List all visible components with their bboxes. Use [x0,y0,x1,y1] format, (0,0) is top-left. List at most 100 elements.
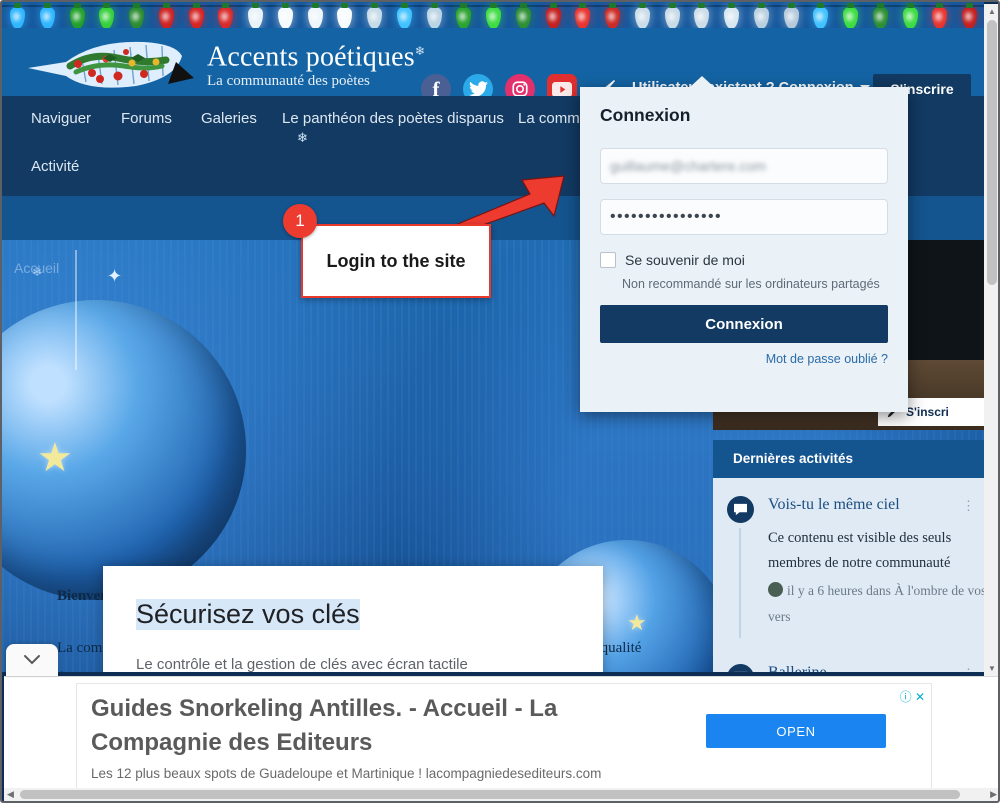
vertical-scrollbar-thumb[interactable] [987,20,997,285]
christmas-light-bulb [426,3,442,28]
bulb-glow [727,12,735,21]
christmas-light-bulb [575,3,591,28]
scroll-up-arrow-icon[interactable]: ▲ [988,7,996,16]
nav-item-galeries[interactable]: Galeries [201,110,257,127]
browser-viewport: Accents poétiques❄ La communauté des poè… [2,2,998,801]
christmas-light-bulb [277,3,293,28]
remember-me-row[interactable]: Se souvenir de moi [600,252,745,268]
christmas-light-bulb [902,3,918,28]
bulb-glow [548,12,556,21]
bottom-ad-description: Les 12 plus beaux spots de Guadeloupe et… [91,766,602,781]
activity-meta: il y a 6 heures dans À l'ombre de vos ve… [768,578,984,630]
feather-logo[interactable] [26,32,196,94]
ad-card-subtitle: Le contrôle et la gestion de clés avec é… [136,656,468,672]
username-input[interactable]: guillaume@chartere.com [600,148,888,184]
scroll-left-arrow-icon[interactable]: ◀ [7,789,14,800]
scroll-right-arrow-icon[interactable]: ▶ [990,789,997,800]
brand-tagline: La communauté des poètes [207,73,370,90]
bulb-glow [191,12,199,21]
christmas-light-bulb [724,3,740,28]
bulb-glow [459,12,467,21]
login-submit-button[interactable]: Connexion [600,305,888,343]
activities-list: Vois-tu le même ciel Ce contenu est visi… [713,478,984,672]
ad-choices-icon[interactable]: ⓘ ✕ [900,688,925,705]
christmas-light-bulb [932,3,948,28]
chevron-down-icon [24,655,40,665]
christmas-light-bulb [545,3,561,28]
avatar [768,582,783,597]
brand-name-text: Accents poétiques [207,41,415,73]
christmas-light-bulb [664,3,680,28]
christmas-light-bulb [158,3,174,28]
popup-tail [690,76,714,87]
password-value: •••••••••••••••• [610,208,723,225]
annotation-step-badge: 1 [283,204,317,238]
forgot-password-link[interactable]: Mot de passe oublié ? [766,352,888,366]
bulb-glow [608,12,616,21]
bulb-glow [637,12,645,21]
nav-item-communaute[interactable]: La commu [518,110,588,127]
activity-menu-icon[interactable]: ⋮ [962,666,976,672]
nav-item-pantheon[interactable]: Le panthéon des poètes disparus [282,110,504,127]
activity-title[interactable]: Ballerine [768,664,827,672]
nav-item-activite[interactable]: Activité [31,158,79,175]
interstitial-ad-card[interactable]: Sécurisez vos clés Le contrôle et la ges… [103,566,603,672]
bulb-glow [399,12,407,21]
bulb-glow [697,12,705,21]
bottom-ad-open-button[interactable]: OPEN [706,714,886,748]
activities-section-header: Dernières activités [713,440,984,478]
nav-item-naviguer[interactable]: Naviguer [31,110,91,127]
horizontal-scrollbar-thumb[interactable] [20,790,960,799]
christmas-light-bulb [218,3,234,28]
bulb-glow [310,12,318,21]
christmas-lights-garland [2,2,984,28]
activity-title[interactable]: Vois-tu le même ciel [768,496,900,514]
bulb-glow [489,12,497,21]
breadcrumb[interactable]: Accueil [14,260,59,276]
bulb-glow [280,12,288,21]
bulb-glow [578,12,586,21]
subscribe-label: S'inscri [906,405,949,419]
bulb-glow [667,12,675,21]
horizontal-scrollbar[interactable]: ◀ ▶ [4,788,998,801]
christmas-light-bulb [69,3,85,28]
password-input[interactable]: •••••••••••••••• [600,199,888,235]
breadcrumb-divider [75,250,77,370]
vertical-scrollbar[interactable]: ▲ ▼ [984,4,998,676]
bottom-ad-inner[interactable]: ⓘ ✕ Guides Snorkeling Antilles. - Accuei… [76,683,932,793]
ad-collapse-button[interactable] [6,644,58,676]
bulb-glow [72,12,80,21]
bulb-glow [786,12,794,21]
scroll-down-arrow-icon[interactable]: ▼ [988,664,996,673]
christmas-light-bulb [634,3,650,28]
bulb-glow [42,12,50,21]
christmas-light-bulb [367,3,383,28]
christmas-light-bulb [39,3,55,28]
star-decoration: ★ [37,436,73,480]
christmas-light-bulb [248,3,264,28]
christmas-light-bulb [813,3,829,28]
christmas-light-bulb [843,3,859,28]
ad-info-icon[interactable]: ⓘ [900,690,912,704]
annotation-callout: Login to the site [301,224,491,298]
remember-me-checkbox[interactable] [600,252,616,268]
close-icon[interactable]: ✕ [915,690,925,704]
bulb-glow [102,12,110,21]
bulb-glow [13,12,20,21]
login-popup: Connexion guillaume@chartere.com •••••••… [580,76,908,412]
christmas-light-bulb [783,3,799,28]
bottom-ad-banner[interactable]: ⓘ ✕ Guides Snorkeling Antilles. - Accuei… [4,676,998,801]
brand-snowflake-icon: ❄ [414,44,426,58]
christmas-light-bulb [872,3,888,28]
screenshot-root: Accents poétiques❄ La communauté des poè… [0,0,1000,803]
christmas-light-bulb [396,3,412,28]
bulb-glow [965,12,973,21]
christmas-light-bulb [515,3,531,28]
christmas-light-bulb [694,3,710,28]
activity-menu-icon[interactable]: ⋮ [962,498,976,514]
bulb-glow [518,12,526,21]
activities-section-title: Dernières activités [733,451,854,466]
bulb-glow [875,12,883,21]
bulb-glow [161,12,169,21]
nav-item-forums[interactable]: Forums [121,110,172,127]
